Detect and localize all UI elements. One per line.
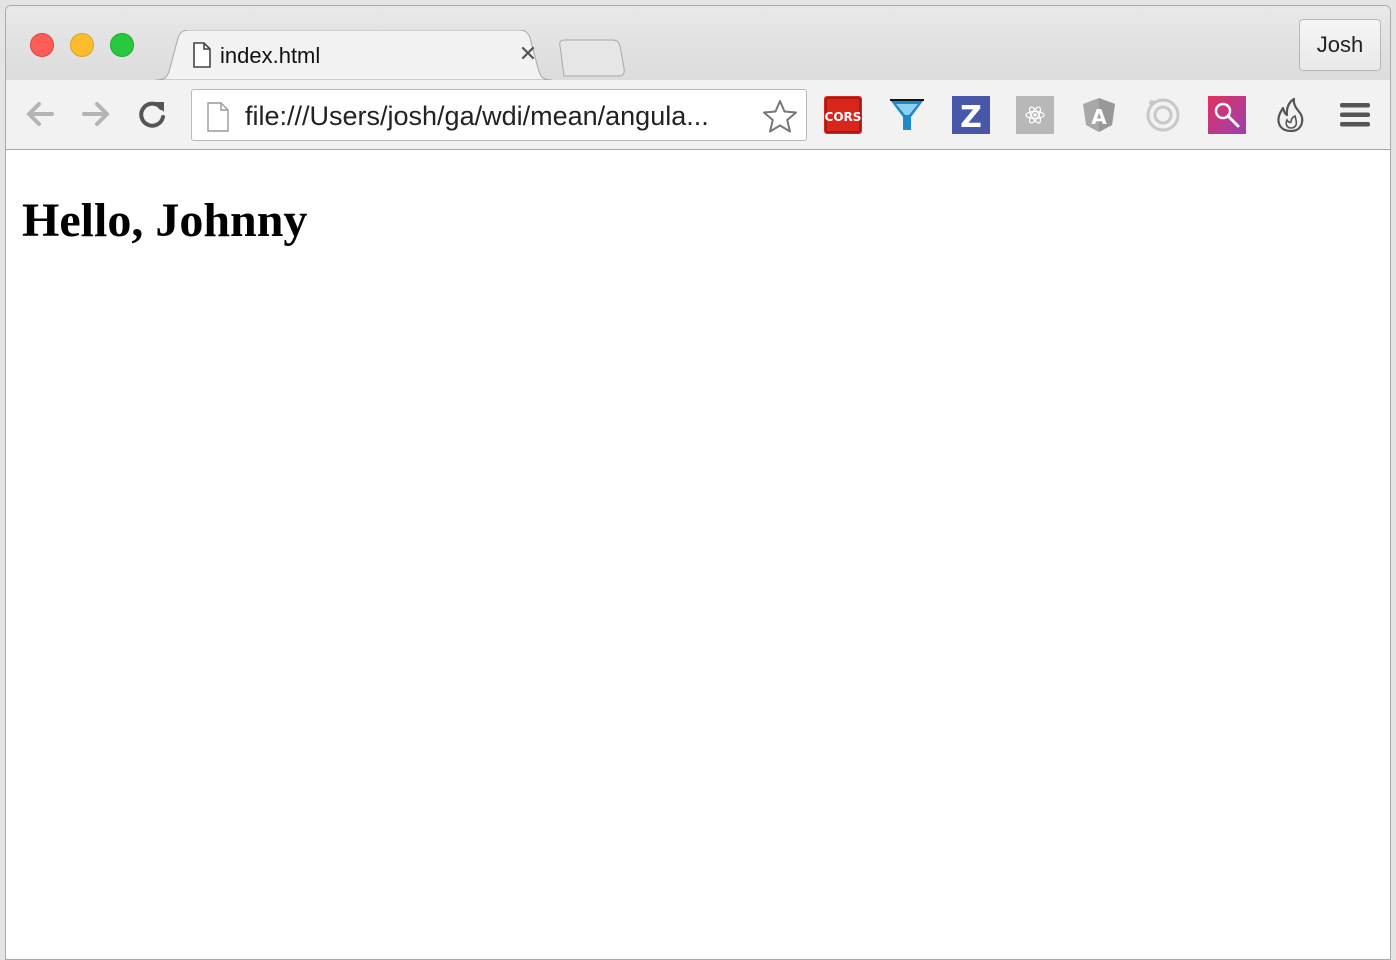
star-icon[interactable] [762, 99, 798, 133]
reload-icon[interactable] [134, 96, 170, 132]
window-close-button[interactable] [30, 33, 54, 57]
hamburger-menu-icon[interactable] [1338, 100, 1372, 130]
url-text[interactable]: file:///Users/josh/ga/wdi/mean/angula... [245, 101, 709, 132]
profile-button[interactable]: Josh [1299, 19, 1381, 71]
angular-icon[interactable]: A [1080, 96, 1118, 134]
browser-window: index.html ✕ Josh file:///Users/josh/ga/… [5, 5, 1391, 960]
address-bar[interactable]: file:///Users/josh/ga/wdi/mean/angula... [191, 89, 807, 141]
search-extension-icon[interactable] [1208, 96, 1246, 134]
window-maximize-button[interactable] [110, 33, 134, 57]
tab-index-html[interactable]: index.html ✕ [156, 30, 552, 80]
toolbar: file:///Users/josh/ga/wdi/mean/angula...… [6, 80, 1390, 150]
page-heading: Hello, Johnny [22, 194, 308, 247]
document-icon [206, 102, 230, 137]
z-extension-icon[interactable]: Z [952, 96, 990, 134]
tab-strip: index.html ✕ Josh [6, 6, 1390, 80]
arrow-right-icon[interactable] [78, 96, 114, 132]
z-label: Z [960, 100, 982, 134]
funnel-extension-icon[interactable] [888, 96, 926, 134]
cors-label: CORS [825, 110, 862, 124]
tab-close-icon[interactable]: ✕ [516, 42, 540, 66]
react-devtools-icon[interactable] [1016, 96, 1054, 134]
arrow-left-icon[interactable] [22, 96, 58, 132]
target-extension-icon[interactable] [1144, 96, 1182, 134]
window-minimize-button[interactable] [70, 33, 94, 57]
document-icon [192, 42, 212, 73]
new-tab-button[interactable] [558, 38, 628, 78]
page-content: Hello, Johnny [6, 151, 1390, 959]
cors-extension-icon[interactable]: CORS [824, 96, 862, 134]
angular-label: A [1091, 105, 1107, 129]
flame-extension-icon[interactable] [1272, 96, 1310, 134]
tab-shape [156, 30, 552, 80]
tab-title: index.html [220, 43, 321, 68]
